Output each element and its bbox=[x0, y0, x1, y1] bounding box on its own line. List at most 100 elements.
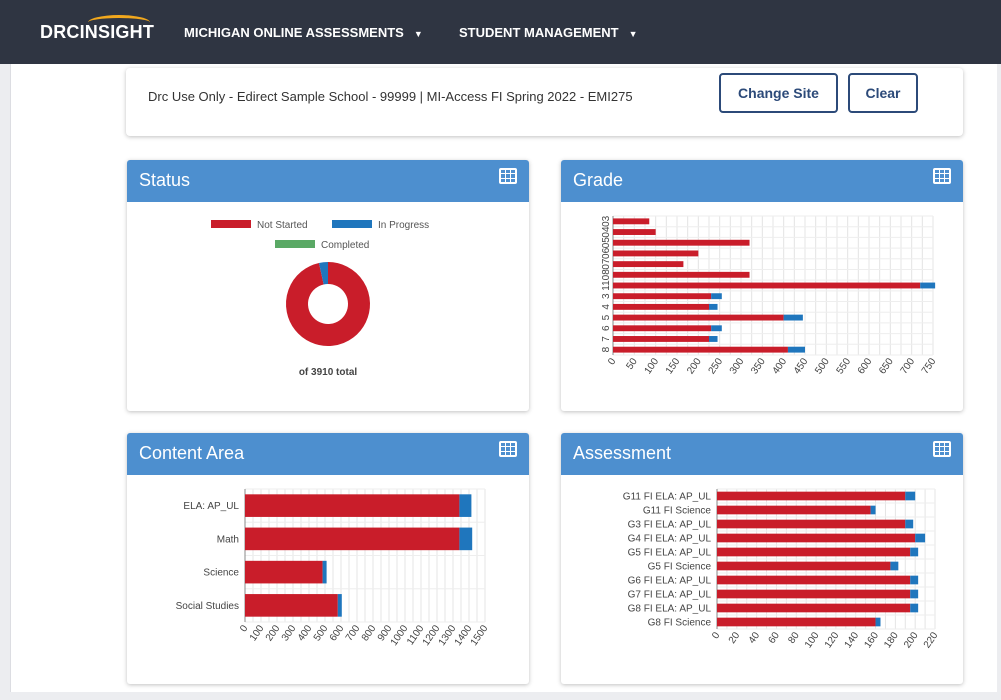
bar-segment bbox=[711, 293, 722, 300]
y-tick-label: G3 FI ELA: AP_UL bbox=[628, 520, 712, 531]
change-site-button[interactable]: Change Site bbox=[719, 73, 838, 113]
x-tick-label: 200 bbox=[685, 356, 704, 376]
y-tick-label: 08 bbox=[601, 269, 612, 281]
x-tick-label: 400 bbox=[296, 623, 315, 643]
bar-segment bbox=[783, 314, 803, 321]
bar-segment bbox=[717, 533, 916, 543]
x-tick-label: 0 bbox=[238, 623, 250, 634]
bar-segment bbox=[613, 303, 709, 310]
table-grid-icon[interactable] bbox=[499, 168, 517, 184]
bar-segment bbox=[613, 229, 656, 235]
x-tick-label: 180 bbox=[882, 630, 901, 650]
y-tick-label: 07 bbox=[601, 258, 612, 270]
assessment-card: Assessment G11 FI ELA: AP_UL G11 FI Scien… bbox=[561, 433, 963, 684]
site-selection-bar: Drc Use Only - Edirect Sample School - 9… bbox=[126, 68, 963, 136]
bar-segment bbox=[322, 560, 327, 584]
x-tick-label: 200 bbox=[264, 623, 283, 643]
bar-segment bbox=[717, 561, 891, 571]
x-tick-label: 700 bbox=[899, 356, 918, 376]
bar-segment bbox=[920, 282, 936, 289]
current-site-text: Drc Use Only - Edirect Sample School - 9… bbox=[148, 89, 633, 104]
bar-segment bbox=[717, 617, 876, 627]
bar-segment bbox=[711, 325, 722, 332]
x-tick-label: 300 bbox=[728, 356, 747, 376]
bar-segment bbox=[905, 491, 916, 501]
brand-drc: DRC bbox=[40, 22, 80, 42]
nav-student-management[interactable]: STUDENT MANAGEMENT ▼ bbox=[459, 25, 638, 40]
bar-segment bbox=[717, 575, 911, 585]
x-tick-label: 160 bbox=[862, 630, 881, 650]
legend-label: Completed bbox=[321, 240, 369, 251]
clear-button[interactable]: Clear bbox=[848, 73, 918, 113]
legend-label: Not Started bbox=[257, 220, 308, 231]
card-header: Content Area bbox=[127, 433, 529, 475]
y-tick-label: 4 bbox=[601, 304, 612, 310]
drc-insight-logo[interactable]: DRCINSIGHT bbox=[40, 15, 154, 43]
bar-segment bbox=[613, 218, 650, 225]
legend-swatch bbox=[275, 240, 315, 248]
y-tick-label: G11 FI ELA: AP_UL bbox=[623, 492, 712, 503]
top-navbar: DRCINSIGHT MICHIGAN ONLINE ASSESSMENTS ▼ … bbox=[0, 0, 1001, 64]
x-tick-label: 350 bbox=[749, 356, 768, 376]
x-tick-label: 600 bbox=[328, 623, 347, 643]
bar-segment bbox=[905, 519, 914, 529]
y-tick-label: 06 bbox=[601, 247, 612, 259]
x-tick-label: 60 bbox=[767, 630, 783, 646]
card-title: Grade bbox=[573, 170, 624, 190]
status-donut-chart: Not Started In Progress Completed of 3910 t… bbox=[211, 220, 429, 378]
bar-segment bbox=[613, 239, 750, 246]
x-tick-label: 100 bbox=[248, 623, 267, 643]
bar-segment bbox=[245, 594, 338, 617]
y-tick-label: 8 bbox=[601, 346, 612, 352]
x-tick-label: 1500 bbox=[469, 623, 491, 648]
x-tick-label: 220 bbox=[922, 630, 941, 650]
y-tick-label: 3 bbox=[601, 293, 612, 299]
table-grid-icon[interactable] bbox=[933, 168, 951, 184]
bar-segment bbox=[613, 250, 699, 257]
bar-segment bbox=[717, 491, 906, 501]
bar-segment bbox=[337, 594, 342, 617]
bar-segment bbox=[245, 494, 460, 517]
y-tick-label: G6 FI ELA: AP_UL bbox=[628, 576, 712, 587]
bar-segment bbox=[717, 519, 906, 529]
y-tick-label: G8 FI Science bbox=[648, 618, 712, 629]
x-tick-label: 140 bbox=[843, 630, 862, 650]
bar-segment bbox=[459, 494, 472, 517]
bar-segment bbox=[717, 505, 871, 515]
bar-segment bbox=[613, 314, 784, 321]
x-tick-label: 40 bbox=[747, 630, 763, 646]
bar-segment bbox=[613, 336, 709, 342]
bar-segment bbox=[915, 533, 926, 543]
x-tick-label: 500 bbox=[813, 356, 832, 376]
bar-segment bbox=[717, 589, 911, 599]
y-tick-label: Science bbox=[203, 568, 239, 579]
bar-segment bbox=[459, 527, 473, 551]
card-header: Grade bbox=[561, 160, 963, 202]
x-tick-label: 500 bbox=[312, 623, 331, 643]
y-tick-label: Math bbox=[217, 534, 239, 545]
nav-menu-label: STUDENT MANAGEMENT bbox=[459, 25, 619, 40]
bar-segment bbox=[787, 346, 805, 353]
y-tick-label: 04 bbox=[601, 226, 612, 238]
bar-segment bbox=[613, 325, 712, 332]
y-tick-label: 11 bbox=[601, 280, 612, 291]
donut-slice bbox=[318, 262, 329, 285]
x-tick-label: 0 bbox=[606, 356, 618, 367]
legend-swatch bbox=[332, 220, 372, 228]
nav-michigan-online-assessments[interactable]: MICHIGAN ONLINE ASSESSMENTS ▼ bbox=[184, 25, 423, 40]
legend-label: In Progress bbox=[378, 220, 429, 231]
bar-segment bbox=[910, 575, 919, 585]
y-tick-label: ELA: AP_UL bbox=[183, 501, 239, 512]
y-tick-label: G4 FI ELA: AP_UL bbox=[628, 534, 712, 545]
caret-down-icon: ▼ bbox=[413, 29, 423, 39]
bar-segment bbox=[709, 303, 718, 310]
x-tick-label: 400 bbox=[771, 356, 790, 376]
status-card: Status Not Started In Progress Completed of… bbox=[127, 160, 529, 411]
grade-card: Grade 03 04 05 06 07 08 11 3 4 5 6 7 8 0 50 100 150 200 25… bbox=[561, 160, 963, 411]
y-tick-label: 03 bbox=[601, 215, 612, 227]
x-tick-label: 300 bbox=[280, 623, 299, 643]
table-grid-icon[interactable] bbox=[933, 441, 951, 457]
x-tick-label: 120 bbox=[823, 630, 842, 650]
table-grid-icon[interactable] bbox=[499, 441, 517, 457]
bar-segment bbox=[245, 527, 460, 551]
